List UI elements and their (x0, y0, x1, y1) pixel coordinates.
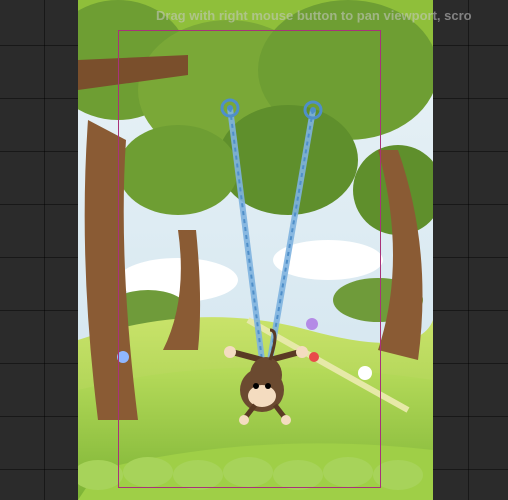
monkey-sprite[interactable] (224, 328, 308, 425)
physics-overlay (220, 98, 323, 425)
rope-left[interactable] (227, 107, 265, 361)
rope-right[interactable] (267, 109, 316, 361)
